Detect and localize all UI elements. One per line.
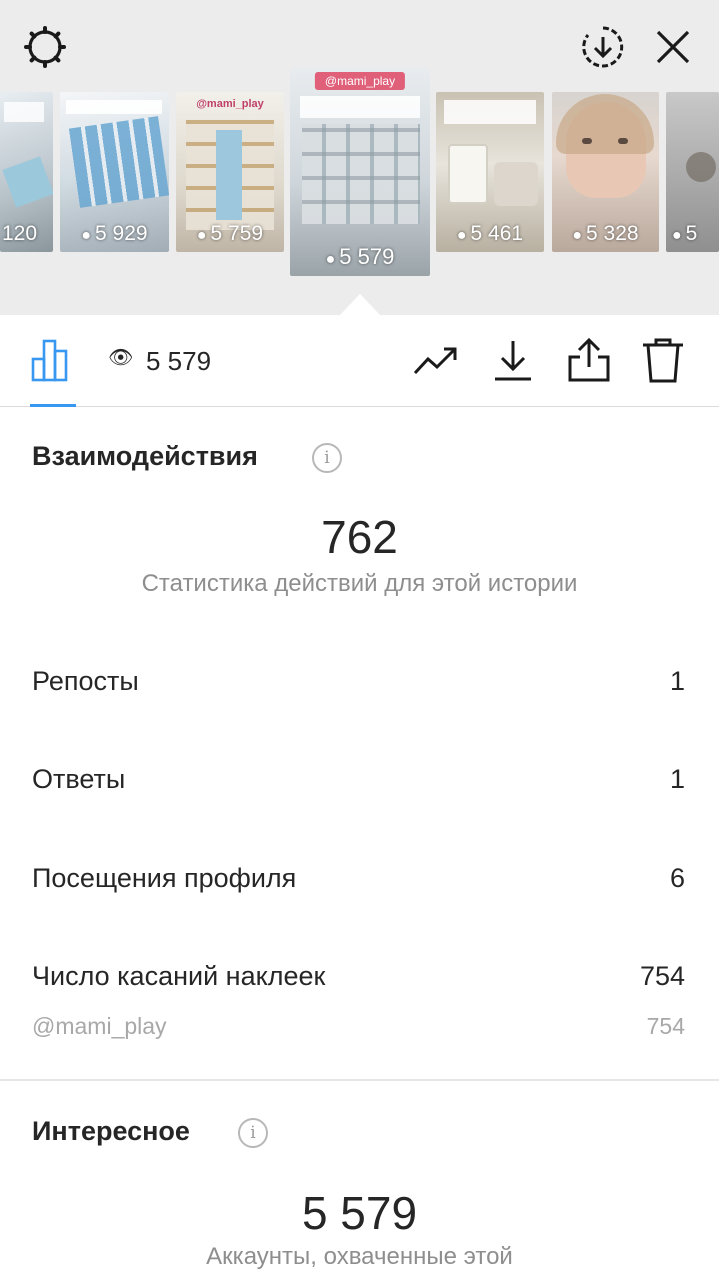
sticker-mention-value: 754 [646, 1013, 685, 1039]
mention-tag: @mami_play [196, 98, 264, 110]
interactions-subtitle: Статистика действий для этой истории [141, 570, 578, 597]
promote-button[interactable] [412, 337, 458, 383]
settings-button[interactable] [22, 24, 68, 70]
story-views: ● 5 328 [572, 222, 639, 245]
eye-icon: 👁 [108, 347, 134, 369]
delete-button[interactable] [640, 337, 686, 383]
download-icon [495, 341, 531, 381]
sticker-mention-label[interactable]: @mami_play [32, 1013, 167, 1040]
close-button[interactable] [650, 24, 696, 70]
section-divider [0, 1079, 719, 1081]
story-views: ● 5 759 [196, 222, 264, 245]
trending-up-icon [413, 347, 457, 375]
active-tab-indicator [30, 404, 76, 407]
story-thumbnail[interactable]: ● 5 461 [436, 92, 544, 252]
row-value-profile-visits: 6 [669, 863, 685, 893]
info-icon[interactable]: i [312, 443, 342, 473]
story-views: ● 5 [672, 222, 698, 245]
share-icon [568, 337, 610, 382]
story-views: ● 5 579 [325, 244, 395, 269]
trash-icon [643, 338, 683, 383]
eye-icon: ● [456, 227, 467, 244]
interactions-title: Взаимодействия [32, 441, 258, 471]
row-label-profile-visits: Посещения профиля [32, 863, 297, 893]
story-strip: 120 ● 5 929 @mami_play ● 5 759 @mami_play … [0, 0, 719, 315]
story-thumbnail[interactable]: ● 5 929 [60, 92, 169, 252]
close-icon [656, 30, 690, 64]
story-views: ● 5 929 [81, 222, 148, 245]
download-circle-icon [582, 26, 624, 68]
row-label-sticker-taps: Число касаний наклеек [32, 961, 326, 991]
story-toolbar: 👁 5 579 [0, 315, 719, 407]
download-button[interactable] [490, 337, 536, 383]
row-value-sticker-taps: 754 [639, 961, 685, 991]
tab-statistics[interactable] [30, 337, 76, 383]
view-count: 5 579 [146, 346, 212, 376]
story-thumbnail[interactable]: @mami_play ● 5 759 [176, 92, 284, 252]
story-thumbnail[interactable]: ● 5 328 [552, 92, 659, 252]
story-views: ● 5 461 [456, 222, 524, 245]
story-thumbnail[interactable]: ● 5 [666, 92, 719, 252]
mention-tag: @mami_play [314, 72, 406, 90]
eye-icon: ● [81, 227, 92, 244]
row-value-replies: 1 [669, 764, 685, 794]
discovery-subtitle: Аккаунты, охваченные этой [206, 1243, 513, 1270]
discovery-total: 5 579 [301, 1187, 418, 1239]
eye-icon: ● [325, 251, 336, 268]
eye-icon: ● [672, 227, 682, 244]
story-thumbnail[interactable]: 120 [0, 92, 53, 252]
gear-icon [24, 26, 66, 68]
selection-pointer [340, 294, 380, 315]
row-label-replies: Ответы [32, 764, 126, 794]
save-story-button[interactable] [580, 24, 626, 70]
story-thumbnail-selected[interactable]: @mami_play ● 5 579 [290, 68, 430, 276]
info-icon[interactable]: i [238, 1118, 268, 1148]
interactions-total: 762 [321, 511, 398, 563]
eye-icon: ● [572, 227, 583, 244]
share-button[interactable] [566, 337, 612, 383]
bar-chart-icon [31, 339, 68, 382]
story-views: 120 [2, 222, 38, 245]
row-value-reposts: 1 [669, 666, 685, 696]
row-label-reposts: Репосты [32, 666, 139, 696]
discovery-title: Интересное [32, 1116, 190, 1146]
eye-icon: ● [196, 227, 207, 244]
